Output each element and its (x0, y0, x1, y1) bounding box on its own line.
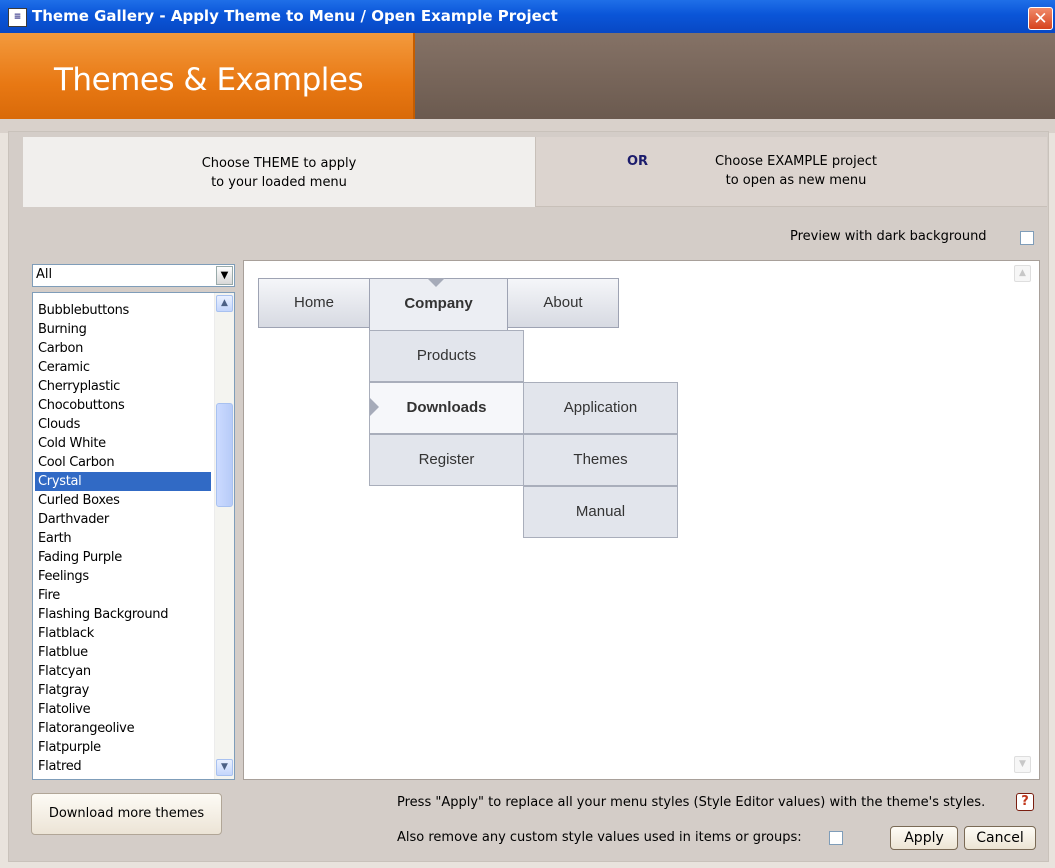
menu-item-home[interactable]: Home (259, 278, 369, 330)
theme-list-scrollbar[interactable]: ▲ ▼ (214, 293, 234, 779)
preview-dark-checkbox[interactable] (1020, 231, 1034, 245)
remove-custom-checkbox[interactable] (829, 831, 843, 845)
title-bar: ≡ Theme Gallery - Apply Theme to Menu / … (0, 0, 1055, 33)
theme-list-item[interactable]: Flatblack (35, 624, 211, 643)
or-label: OR (627, 154, 649, 169)
remove-custom-label: Also remove any custom style values used… (397, 830, 802, 845)
theme-list-item[interactable]: Fire (35, 586, 211, 605)
theme-list-item[interactable]: Fading Purple (35, 548, 211, 567)
theme-list-item[interactable]: Flatred (35, 757, 211, 776)
tab-choose-theme[interactable]: Choose THEME to apply to your loaded men… (23, 137, 535, 207)
cancel-button[interactable]: Cancel (964, 826, 1036, 850)
close-button[interactable]: ✕ (1028, 7, 1053, 30)
theme-list-item[interactable]: Carbon (35, 339, 211, 358)
scroll-down-icon[interactable]: ▼ (216, 759, 233, 776)
tab-example-label: Choose EXAMPLE project to open as new me… (686, 152, 906, 190)
theme-list-item[interactable]: Burning (35, 320, 211, 339)
theme-list-item[interactable]: Ceramic (35, 358, 211, 377)
scroll-up-icon[interactable]: ▲ (216, 295, 233, 312)
theme-list-item[interactable]: Flatorangeolive (35, 719, 211, 738)
submenu-item-application[interactable]: Application (523, 382, 678, 434)
preview-dark-label: Preview with dark background (790, 229, 987, 244)
tab-example-line1: Choose EXAMPLE project (715, 154, 877, 169)
theme-list-item[interactable]: Flatolive (35, 700, 211, 719)
theme-filter-select[interactable]: All ▼ (32, 264, 235, 287)
preview-scroll-up-icon: ▲ (1014, 265, 1031, 282)
tab-theme-line1: Choose THEME to apply (201, 156, 357, 171)
theme-list-item[interactable]: Flatcyan (35, 662, 211, 681)
help-icon[interactable]: ? (1016, 793, 1034, 811)
apply-note: Press "Apply" to replace all your menu s… (397, 795, 986, 810)
preview-scroll-down-icon: ▼ (1014, 756, 1031, 773)
theme-list-item[interactable]: Flatgray (35, 681, 211, 700)
submenu-item-products[interactable]: Products (369, 330, 524, 382)
preview-scrollbar: ▲ ▼ (1007, 263, 1037, 777)
apply-button[interactable]: Apply (890, 826, 958, 850)
app-icon: ≡ (8, 8, 27, 27)
submenu-item-manual[interactable]: Manual (523, 486, 678, 538)
submenu-item-themes[interactable]: Themes (523, 434, 678, 486)
tab-choose-example[interactable]: OR Choose EXAMPLE project to open as new… (535, 137, 1047, 207)
theme-list-item[interactable]: Flashing Background (35, 605, 211, 624)
submenu-item-register[interactable]: Register (369, 434, 524, 486)
chevron-down-icon[interactable]: ▼ (216, 266, 233, 285)
theme-list-item[interactable]: Darthvader (35, 510, 211, 529)
theme-list-item[interactable]: Flatblue (35, 643, 211, 662)
menu-item-about[interactable]: About (508, 278, 618, 330)
header-title-panel: Themes & Examples (0, 33, 415, 119)
download-more-themes-button[interactable]: Download more themes (31, 793, 222, 835)
theme-list-item[interactable]: Clouds (35, 415, 211, 434)
caret-right-icon (370, 398, 379, 416)
tab-theme-line2: to your loaded menu (211, 175, 347, 190)
theme-list-item[interactable]: Curled Boxes (35, 491, 211, 510)
theme-filter-value: All (36, 267, 53, 282)
theme-list-item[interactable]: Feelings (35, 567, 211, 586)
theme-list-item[interactable]: Cold White (35, 434, 211, 453)
theme-list-item[interactable]: Bubblebuttons (35, 301, 211, 320)
header-title: Themes & Examples (54, 62, 364, 98)
header-band: Themes & Examples (0, 33, 1055, 119)
scroll-thumb[interactable] (216, 403, 233, 507)
theme-list[interactable]: Bubblebuttons Burning Carbon Ceramic Cherryp… (32, 292, 235, 780)
caret-down-icon (427, 278, 445, 287)
theme-list-item[interactable]: Chocobuttons (35, 396, 211, 415)
theme-list-item[interactable]: Cherryplastic (35, 377, 211, 396)
tab-example-line2: to open as new menu (725, 173, 867, 188)
theme-list-item[interactable]: Cool Carbon (35, 453, 211, 472)
submenu-item-downloads[interactable]: Downloads (369, 382, 524, 434)
theme-list-item[interactable]: Crystal (35, 472, 211, 491)
theme-list-item[interactable]: Earth (35, 529, 211, 548)
theme-list-item[interactable]: Flatpurple (35, 738, 211, 757)
window-title: Theme Gallery - Apply Theme to Menu / Op… (32, 7, 558, 25)
